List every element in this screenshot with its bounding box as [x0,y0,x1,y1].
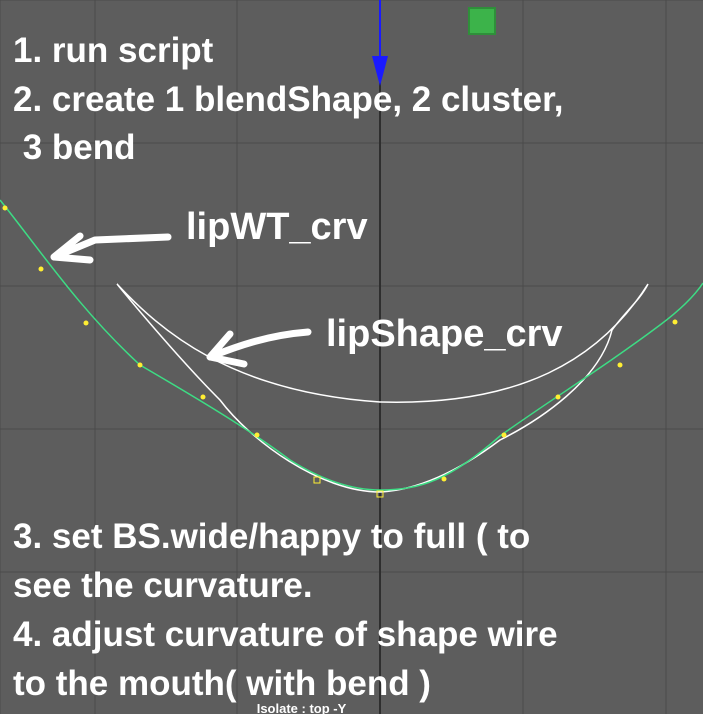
curve-cv[interactable] [617,362,623,368]
curve-cv[interactable] [254,432,260,438]
curve-cv[interactable] [441,476,447,482]
curve-cv[interactable] [672,319,678,325]
instruction-step-2-cont: 3 bend [13,128,136,167]
curve-cv[interactable] [501,432,507,438]
instruction-step-3: 3. set BS.wide/happy to full ( to [13,517,531,556]
curve-cv[interactable] [137,362,143,368]
instruction-step-4: 4. adjust curvature of shape wire [13,615,558,654]
camera-label: Isolate : top -Y [256,701,347,714]
curve-cv[interactable] [38,266,44,272]
hand-drawn-arrow-icon [50,232,172,264]
hand-drawn-arrow-icon [206,328,312,368]
maya-viewport[interactable]: 1. run script 2. create 1 blendShape, 2 … [0,0,703,714]
curve-cv[interactable] [555,394,561,400]
manipulator-plane-handle[interactable] [468,7,496,35]
instruction-step-4-cont: to the mouth( with bend ) [13,664,431,703]
curve-cv[interactable] [2,205,8,211]
lipShape-curve-label: lipShape_crv [326,313,563,355]
instruction-step-3-cont: see the curvature. [13,566,313,605]
lipWT-curve-label: lipWT_crv [186,206,368,248]
instruction-step-1: 1. run script [13,31,214,70]
instruction-step-2: 2. create 1 blendShape, 2 cluster, [13,80,564,119]
curve-cv[interactable] [200,394,206,400]
curve-cv[interactable] [83,320,89,326]
